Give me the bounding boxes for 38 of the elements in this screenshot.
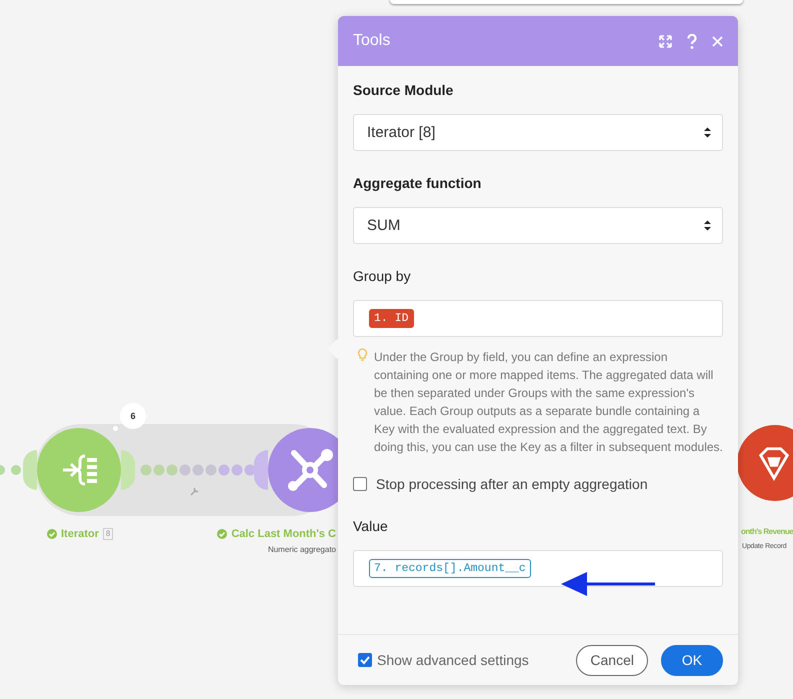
mapped-token[interactable]: 1. ID [369, 309, 414, 328]
cancel-button[interactable]: Cancel [576, 644, 648, 676]
dropdown[interactable]: SUM [353, 207, 723, 244]
input-field[interactable]: 1. ID [353, 300, 723, 337]
checkbox[interactable] [358, 653, 372, 667]
help-icon[interactable] [686, 34, 698, 48]
updown-caret-icon [703, 127, 712, 138]
lightbulb-icon [357, 348, 368, 361]
checkbox[interactable] [353, 477, 367, 491]
module-id-badge: 8 [102, 528, 114, 540]
check-icon [217, 529, 228, 539]
module-label: Iterator [61, 528, 99, 540]
bubble-tail [113, 426, 118, 431]
wrench-icon [189, 485, 200, 496]
field-label: Group by [353, 268, 412, 284]
checkbox-label: Show advanced settings [377, 652, 529, 668]
dialog-title: Tools [353, 32, 392, 50]
expand-icon[interactable] [659, 34, 672, 48]
field-label: Source Module [353, 82, 454, 98]
module-label: onth's Revenue [741, 527, 793, 536]
checkbox-label: Stop processing after an empty aggregation [376, 476, 648, 492]
ok-button[interactable]: OK [661, 644, 723, 676]
dropdown[interactable]: Iterator [8] [353, 114, 723, 151]
mapped-token[interactable]: 7. records[].Amount__c [369, 559, 531, 578]
checkmark-icon [359, 654, 371, 666]
module-node[interactable] [737, 425, 793, 501]
field-label: Value [353, 518, 389, 534]
hint-text: Under the Group by field, you can define an expression containing one or more mapped items. The aggregated data will be then separated under Groups with the same expression's value. Each Group outputs as a separate bundle containing a Key with the evaluated expression and the aggregated text. By doing this, you can use the Key as a filter in subsequent modules. [374, 349, 723, 456]
module-label: Calc Last Month's C [231, 528, 336, 540]
connector-handle[interactable] [23, 450, 37, 490]
count-bubble: 6 [120, 403, 146, 429]
tools-icon [286, 447, 334, 493]
check-icon [47, 529, 57, 539]
module-subtitle: Numeric aggregato [268, 545, 336, 554]
updown-caret-icon [703, 220, 712, 231]
input-field[interactable]: 7. records[].Amount__c [353, 550, 723, 587]
close-icon[interactable] [712, 36, 723, 46]
field-label: Aggregate function [353, 175, 482, 191]
